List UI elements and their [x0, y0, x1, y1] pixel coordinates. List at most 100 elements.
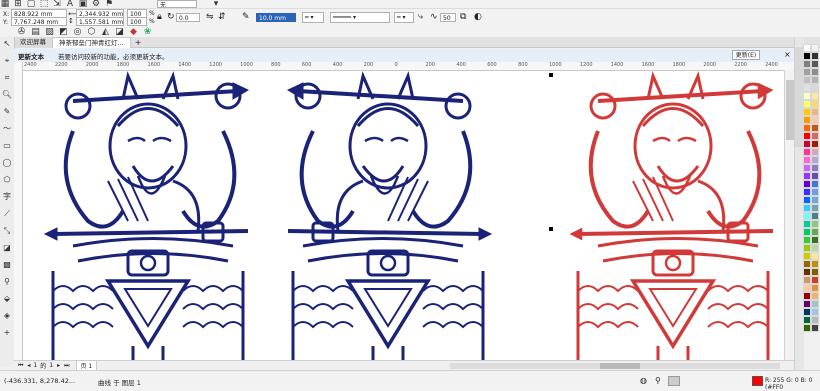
- plus-icon[interactable]: +: [0, 326, 14, 340]
- palette-swatch[interactable]: [811, 284, 819, 292]
- smooth-icon[interactable]: ∿: [430, 12, 438, 22]
- guardian-left[interactable]: [43, 74, 250, 360]
- eye-icon[interactable]: ✇: [16, 26, 27, 37]
- palette-swatch[interactable]: [811, 116, 819, 124]
- weld-icon[interactable]: ◐: [474, 12, 482, 22]
- transparency-tool-icon[interactable]: ▩: [0, 258, 14, 272]
- fill-icon[interactable]: ▤: [30, 26, 41, 37]
- palette-swatch[interactable]: [803, 100, 811, 108]
- palette-swatch[interactable]: [803, 68, 811, 76]
- palette-swatch[interactable]: [803, 60, 811, 68]
- add-tab-button[interactable]: +: [131, 38, 146, 47]
- palette-swatch[interactable]: [811, 52, 819, 60]
- launch-icon[interactable]: ⚑: [104, 0, 114, 9]
- palette-swatch[interactable]: [811, 212, 819, 220]
- height-field[interactable]: 1,557.581 mm: [76, 17, 124, 26]
- drop-shadow-tool-icon[interactable]: ◪: [0, 241, 14, 255]
- outline-width-field[interactable]: 10.0 mm: [256, 13, 296, 22]
- grid-icon[interactable]: ▦: [0, 0, 10, 9]
- table-icon[interactable]: ⊞: [13, 0, 23, 9]
- connector-tool-icon[interactable]: ⤡: [0, 224, 14, 238]
- palette-swatch[interactable]: [803, 228, 811, 236]
- to-front-icon[interactable]: ⧉: [460, 12, 466, 22]
- vertical-scroll-thumb[interactable]: [786, 80, 794, 140]
- palette-swatch[interactable]: [803, 164, 811, 172]
- palette-swatch[interactable]: [811, 156, 819, 164]
- dropdown-arrow-icon[interactable]: ▾: [211, 0, 221, 9]
- palette-swatch[interactable]: [803, 244, 811, 252]
- envelope-icon[interactable]: ⬡: [86, 26, 97, 37]
- palette-swatch[interactable]: [803, 92, 811, 100]
- palette-swatch[interactable]: [803, 140, 811, 148]
- dimension-tool-icon[interactable]: ⟋: [0, 207, 14, 221]
- shape-tool-icon[interactable]: ⌖: [0, 54, 14, 68]
- guardian-red-outline[interactable]: [568, 74, 775, 360]
- drawing-canvas[interactable]: [23, 71, 794, 360]
- palette-swatch[interactable]: [803, 108, 811, 116]
- palette-swatch[interactable]: [811, 172, 819, 180]
- start-arrow-dropdown[interactable]: ━ ▾: [302, 12, 324, 23]
- mirror-vertical-icon[interactable]: ⇵: [218, 12, 226, 22]
- palette-swatch[interactable]: [803, 148, 811, 156]
- horizontal-scrollbar[interactable]: [450, 362, 780, 369]
- palette-swatch[interactable]: [803, 124, 811, 132]
- palette-swatch[interactable]: [803, 252, 811, 260]
- convert-icon[interactable]: ◆: [128, 26, 139, 37]
- frame-icon[interactable]: ▢: [26, 0, 36, 9]
- freehand-tool-icon[interactable]: ✎: [0, 105, 14, 119]
- guardian-middle[interactable]: [286, 74, 493, 360]
- palette-swatch[interactable]: [803, 188, 811, 196]
- gear-icon[interactable]: ⚙: [91, 0, 101, 9]
- palette-swatch[interactable]: [811, 228, 819, 236]
- palette-swatch[interactable]: [803, 156, 811, 164]
- crop-tool-icon[interactable]: ⌗: [0, 71, 14, 85]
- y-position-field[interactable]: 7,767.248 mm: [11, 17, 67, 26]
- palette-swatch[interactable]: [811, 268, 819, 276]
- blend-icon[interactable]: ◩: [58, 26, 69, 37]
- palette-swatch[interactable]: [803, 276, 811, 284]
- palette-swatch[interactable]: [811, 76, 819, 84]
- palette-swatch[interactable]: [811, 236, 819, 244]
- palette-swatch[interactable]: [811, 292, 819, 300]
- prev-page-icon[interactable]: ◂: [27, 362, 30, 369]
- palette-swatch[interactable]: [811, 244, 819, 252]
- wrap-text-icon[interactable]: ⤷: [418, 12, 423, 22]
- import-icon[interactable]: ⇲: [52, 0, 62, 9]
- palette-swatch[interactable]: [811, 260, 819, 268]
- palette-swatch[interactable]: [803, 84, 811, 92]
- rectangle-tool-icon[interactable]: ▭: [0, 139, 14, 153]
- pick-tool-icon[interactable]: ↖: [0, 37, 14, 51]
- next-page-icon[interactable]: ▸: [57, 362, 60, 369]
- palette-swatch[interactable]: [811, 252, 819, 260]
- palette-swatch[interactable]: [803, 308, 811, 316]
- shadow-icon[interactable]: ◪: [114, 26, 125, 37]
- node-icon[interactable]: ⬚: [39, 0, 49, 9]
- interactive-fill-icon[interactable]: ⬙: [0, 292, 14, 306]
- extrude-icon[interactable]: ◭: [100, 26, 111, 37]
- palette-swatch[interactable]: [803, 116, 811, 124]
- palette-swatch[interactable]: [803, 204, 811, 212]
- artistic-media-icon[interactable]: 〜: [0, 122, 14, 136]
- palette-swatch[interactable]: [811, 124, 819, 132]
- first-page-icon[interactable]: ⏮: [18, 362, 23, 370]
- scale-height-field[interactable]: 100: [127, 17, 147, 26]
- palette-swatch[interactable]: [811, 188, 819, 196]
- smoothing-field[interactable]: 50: [440, 13, 456, 22]
- selection-handle-top[interactable]: [549, 73, 553, 77]
- palette-swatch[interactable]: [803, 292, 811, 300]
- palette-swatch[interactable]: [811, 140, 819, 148]
- contour-icon[interactable]: ◎: [72, 26, 83, 37]
- palette-swatch[interactable]: [803, 172, 811, 180]
- text-icon[interactable]: A: [65, 0, 75, 9]
- palette-swatch[interactable]: [803, 316, 811, 324]
- palette-swatch[interactable]: [811, 220, 819, 228]
- palette-swatch[interactable]: [811, 60, 819, 68]
- polygon-tool-icon[interactable]: ⬠: [0, 173, 14, 187]
- palette-swatch[interactable]: [811, 108, 819, 116]
- image-icon[interactable]: ▣: [78, 0, 88, 9]
- trace-icon[interactable]: ❀: [142, 26, 153, 37]
- palette-swatch[interactable]: [803, 220, 811, 228]
- smart-fill-icon[interactable]: ◈: [0, 309, 14, 323]
- palette-swatch[interactable]: [811, 276, 819, 284]
- transparency-icon[interactable]: ▨: [44, 26, 55, 37]
